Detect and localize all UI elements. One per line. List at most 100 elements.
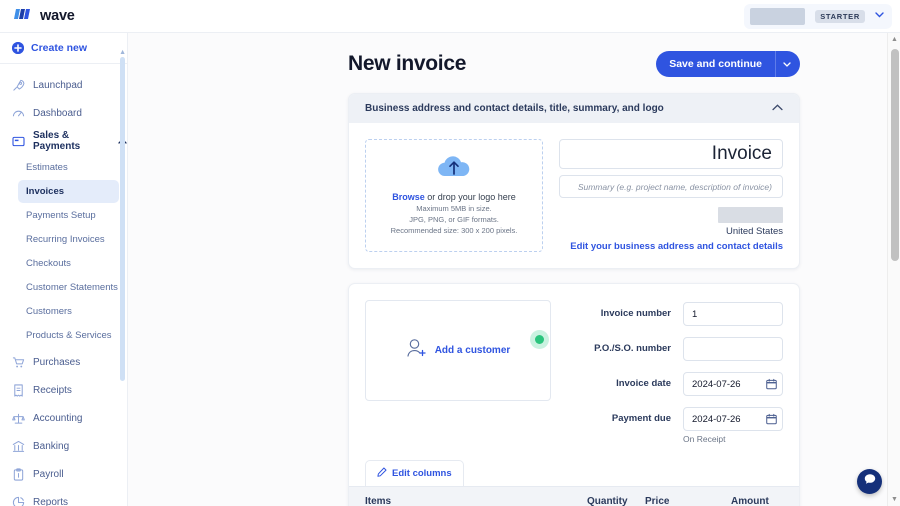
- scroll-up-arrow[interactable]: ▲: [891, 36, 898, 43]
- main-scrollbar[interactable]: ▲ ▼: [887, 33, 900, 506]
- dropzone-rest-text: or drop your logo here: [424, 192, 516, 203]
- main-content: New invoice Save and continue Business a…: [128, 33, 900, 506]
- sidebar-item-label: Payroll: [33, 468, 64, 480]
- items-table-header: Items Quantity Price Amount: [349, 486, 799, 506]
- invoice-title-input[interactable]: [559, 139, 783, 169]
- payment-terms-hint: On Receipt: [683, 434, 726, 444]
- add-customer-box[interactable]: Add a customer: [365, 300, 551, 401]
- cloud-upload-icon: [436, 154, 472, 185]
- column-header-quantity: Quantity: [587, 496, 628, 506]
- sidebar-subitem-label: Invoices: [26, 186, 65, 197]
- plus-icon: [12, 42, 24, 54]
- po-so-number-input[interactable]: [683, 337, 783, 361]
- sidebar-item-dashboard[interactable]: Dashboard: [0, 99, 127, 127]
- edit-business-address-link[interactable]: Edit your business address and contact d…: [570, 241, 783, 252]
- rocket-icon: [12, 79, 25, 92]
- field-label: Invoice date: [616, 378, 671, 389]
- sales-subnav: Estimates Invoices Payments Setup Recurr…: [0, 156, 127, 347]
- add-customer-label: Add a customer: [434, 345, 511, 356]
- create-new-button[interactable]: Create new: [0, 33, 127, 64]
- invoice-details-card: Add a customer Invoice number 1 P.O./S.O…: [348, 283, 800, 506]
- invoice-meta-fields: Invoice number P.O./S.O. number: [567, 300, 783, 444]
- sidebar-subitem-label: Products & Services: [26, 330, 112, 341]
- sidebar: Create new Launchpad Dashboard Sales & P…: [0, 33, 128, 506]
- field-label: P.O./S.O. number: [594, 343, 671, 354]
- sidebar-item-label: Purchases: [33, 356, 81, 368]
- wave-logo[interactable]: wave: [14, 7, 75, 26]
- sidebar-scrollbar[interactable]: [120, 57, 125, 381]
- dropzone-hint-2: JPG, PNG, or GIF formats.: [409, 215, 499, 225]
- sidebar-item-receipts[interactable]: Receipts: [0, 376, 127, 404]
- chat-support-button[interactable]: [857, 469, 882, 494]
- field-po-so-number: P.O./S.O. number: [567, 337, 783, 361]
- edit-columns-label: Edit columns: [392, 468, 452, 479]
- plan-badge: STARTER: [815, 9, 865, 23]
- sidebar-subitem-label: Recurring Invoices: [26, 234, 105, 245]
- sidebar-item-purchases[interactable]: Purchases: [0, 348, 127, 376]
- sidebar-item-banking[interactable]: Banking: [0, 432, 127, 460]
- edit-columns-button[interactable]: Edit columns: [365, 460, 464, 486]
- dropzone-hint-3: Recommended size: 300 x 200 pixels.: [390, 225, 518, 235]
- save-split-button: Save and continue: [656, 51, 800, 77]
- sidebar-item-reports[interactable]: Reports: [0, 488, 127, 506]
- sidebar-item-label: Launchpad: [33, 79, 83, 91]
- save-options-chevron-down-icon[interactable]: [775, 51, 800, 77]
- calendar-icon[interactable]: [766, 378, 777, 390]
- sidebar-scroll-up-arrow[interactable]: ▲: [119, 49, 126, 56]
- sidebar-item-label: Accounting: [33, 412, 83, 424]
- sidebar-item-payroll[interactable]: Payroll: [0, 460, 127, 488]
- sidebar-item-payments-setup[interactable]: Payments Setup: [18, 204, 119, 227]
- chevron-up-icon[interactable]: [772, 103, 783, 114]
- main-scrollbar-thumb[interactable]: [891, 49, 899, 261]
- sidebar-item-customer-statements[interactable]: Customer Statements: [18, 276, 119, 299]
- business-details-card: Business address and contact details, ti…: [348, 93, 800, 269]
- sidebar-subitem-label: Checkouts: [26, 258, 71, 269]
- account-name-redacted: [750, 7, 806, 25]
- top-bar: wave STARTER: [0, 0, 900, 33]
- field-label: Invoice number: [600, 308, 671, 319]
- invoice-form: New invoice Save and continue Business a…: [128, 33, 900, 506]
- wave-invoice-app: wave STARTER Create new Launchpad Dashbo…: [0, 0, 900, 506]
- invoice-number-input[interactable]: [683, 302, 783, 326]
- column-header-items: Items: [365, 496, 392, 506]
- invoice-summary-input[interactable]: [559, 175, 783, 198]
- sidebar-item-label: Receipts: [33, 384, 72, 396]
- clipboard-icon: [12, 467, 25, 481]
- logo-dropzone[interactable]: Browse or drop your logo here Maximum 5M…: [365, 139, 543, 252]
- speedometer-icon: [12, 107, 25, 120]
- browse-link[interactable]: Browse: [392, 192, 425, 202]
- sidebar-item-estimates[interactable]: Estimates: [18, 156, 119, 179]
- sidebar-subitem-label: Customers: [26, 306, 72, 317]
- sidebar-item-launchpad[interactable]: Launchpad: [0, 71, 127, 99]
- invoice-title-section: United States Edit your business address…: [559, 139, 783, 252]
- scroll-down-arrow[interactable]: ▼: [891, 496, 898, 503]
- bank-icon: [12, 440, 25, 453]
- business-details-card-body: Browse or drop your logo here Maximum 5M…: [349, 123, 799, 268]
- calendar-icon[interactable]: [766, 413, 777, 425]
- card-icon: [12, 135, 25, 148]
- pencil-icon: [377, 467, 387, 480]
- chevron-down-icon[interactable]: [875, 11, 884, 21]
- sidebar-item-accounting[interactable]: Accounting: [0, 404, 127, 432]
- column-header-price: Price: [645, 496, 670, 506]
- sidebar-item-products-services[interactable]: Products & Services: [18, 324, 119, 347]
- wave-logo-text: wave: [40, 8, 75, 24]
- page-header: New invoice Save and continue: [348, 51, 800, 77]
- cart-icon: [12, 356, 25, 369]
- sidebar-item-label: Reports: [33, 496, 69, 506]
- sidebar-subitem-label: Customer Statements: [26, 282, 118, 293]
- business-name-redacted: [718, 207, 783, 223]
- sidebar-item-sales-payments[interactable]: Sales & Payments: [0, 127, 127, 155]
- sidebar-item-customers[interactable]: Customers: [18, 300, 119, 323]
- business-details-card-header[interactable]: Business address and contact details, ti…: [349, 94, 799, 123]
- sidebar-nav: Launchpad Dashboard Sales & Payments Est…: [0, 64, 127, 506]
- items-toolbar: Edit columns: [349, 460, 799, 486]
- invoice-details-card-body: Add a customer Invoice number 1 P.O./S.O…: [349, 284, 799, 460]
- sidebar-item-label: Banking: [33, 440, 70, 452]
- sidebar-item-checkouts[interactable]: Checkouts: [18, 252, 119, 275]
- sidebar-item-invoices[interactable]: Invoices: [18, 180, 119, 203]
- sidebar-item-recurring-invoices[interactable]: Recurring Invoices: [18, 228, 119, 251]
- save-and-continue-button[interactable]: Save and continue: [656, 51, 775, 77]
- account-menu[interactable]: STARTER: [744, 3, 892, 29]
- business-country: United States: [725, 226, 783, 237]
